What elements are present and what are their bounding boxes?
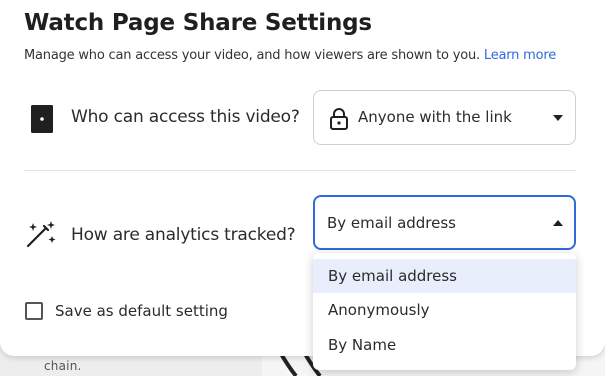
- menu-option-label: Anonymously: [328, 301, 430, 319]
- subtitle-text: Manage who can access your video, and ho…: [24, 48, 480, 63]
- chevron-down-icon: [553, 115, 563, 121]
- lock-icon: [330, 108, 348, 130]
- save-default-checkbox[interactable]: [25, 302, 43, 320]
- section-divider: [24, 170, 576, 171]
- chevron-up-icon: [553, 220, 563, 226]
- dialog-title: Watch Page Share Settings: [24, 10, 372, 36]
- door-icon: [31, 105, 53, 133]
- menu-option-anonymously[interactable]: Anonymously: [313, 293, 576, 327]
- sparkle-wand-icon: [26, 221, 56, 248]
- analytics-select-value: By email address: [327, 214, 457, 232]
- access-select-value: Anyone with the link: [358, 108, 512, 126]
- menu-option-label: By Name: [328, 336, 397, 354]
- menu-option-by-email[interactable]: By email address: [313, 259, 576, 293]
- analytics-options-menu: By email address Anonymously By Name: [313, 253, 576, 370]
- learn-more-link[interactable]: Learn more: [484, 48, 556, 63]
- dialog-subtitle: Manage who can access your video, and ho…: [24, 48, 556, 63]
- menu-option-label: By email address: [328, 267, 458, 285]
- access-label: Who can access this video?: [71, 107, 300, 127]
- analytics-select[interactable]: By email address: [313, 195, 576, 250]
- save-default-label[interactable]: Save as default setting: [55, 302, 228, 320]
- analytics-label: How are analytics tracked?: [71, 225, 296, 245]
- menu-option-by-name[interactable]: By Name: [313, 328, 576, 362]
- access-select[interactable]: Anyone with the link: [313, 90, 576, 145]
